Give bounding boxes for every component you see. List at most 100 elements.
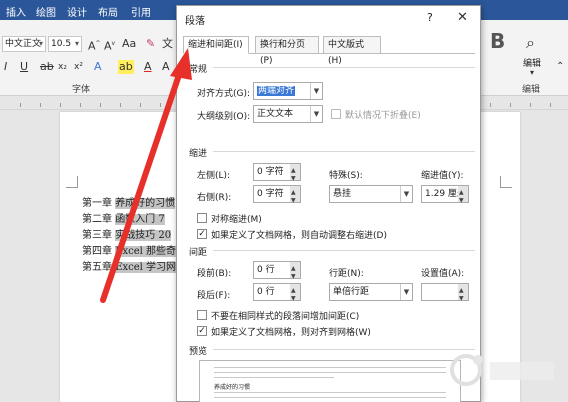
collapse-label: 默认情况下折叠(E) bbox=[345, 111, 421, 121]
spinner-icon[interactable] bbox=[290, 261, 300, 285]
chevron-right-icon[interactable]: ⌃ bbox=[556, 60, 564, 74]
collapse-checkbox[interactable] bbox=[331, 109, 341, 119]
outline-level-select[interactable]: 正文文本 ▼ bbox=[253, 105, 323, 123]
indent-by-input[interactable]: 1.29 厘米 bbox=[421, 185, 469, 209]
close-button[interactable]: ✕ bbox=[457, 10, 468, 25]
subscript-icon[interactable]: x₂ bbox=[58, 60, 67, 74]
space-before-value: 0 行 bbox=[257, 265, 275, 275]
preview-sample-text: 养成好的习惯 bbox=[214, 384, 251, 391]
selected-text: 养成好的习惯 bbox=[115, 198, 176, 209]
chevron-down-icon[interactable]: ▾ bbox=[530, 66, 534, 80]
selected-text: 实战技巧 20 bbox=[115, 230, 172, 241]
strikethrough-icon[interactable]: ab bbox=[40, 60, 54, 74]
font-name-select[interactable]: 中文正文 ▾ bbox=[2, 36, 46, 52]
paragraph-dialog: 段落 ? ✕ 缩进和间距(I) 换行和分页(P) 中文版式(H) 常规 对齐方式… bbox=[176, 5, 481, 402]
tab-draw[interactable]: 绘图 bbox=[36, 4, 56, 19]
tab-asian-typography[interactable]: 中文版式(H) bbox=[323, 36, 381, 66]
auto-adjust-indent-label: 如果定义了文档网格，则自动调整右缩进(D) bbox=[211, 231, 387, 241]
left-indent-value: 0 字符 bbox=[257, 167, 284, 177]
general-section-label: 常规 bbox=[189, 65, 208, 75]
spinner-icon[interactable] bbox=[290, 283, 300, 307]
underline-icon[interactable]: U bbox=[20, 60, 28, 74]
document-line[interactable]: 第四章 Excel 那些奇门 bbox=[82, 242, 187, 257]
font-size-select[interactable]: 10.5 ▾ bbox=[48, 36, 82, 52]
outline-level-value: 正文文本 bbox=[257, 109, 294, 119]
snap-to-grid-label: 如果定义了文档网格，则对齐到网格(W) bbox=[211, 328, 371, 338]
space-before-label: 段前(B): bbox=[197, 269, 232, 279]
italic-icon[interactable]: I bbox=[4, 60, 7, 74]
dialog-title: 段落 bbox=[185, 16, 205, 27]
left-indent-label: 左侧(L): bbox=[197, 171, 231, 181]
spinner-icon[interactable] bbox=[290, 163, 300, 187]
right-indent-input[interactable]: 0 字符 bbox=[253, 185, 301, 209]
ruler-tick bbox=[40, 103, 41, 107]
ruler-tick bbox=[120, 103, 121, 107]
line-spacing-label: 行距(N): bbox=[329, 269, 364, 279]
auto-adjust-indent-checkbox[interactable]: ✓ bbox=[197, 229, 207, 239]
style-b-icon[interactable]: B bbox=[490, 31, 505, 51]
divider bbox=[213, 67, 475, 68]
spinner-icon[interactable] bbox=[290, 185, 300, 209]
spacing-at-input[interactable] bbox=[421, 283, 469, 307]
watermark-dot bbox=[473, 355, 483, 365]
document-line[interactable]: 第三章 实战技巧 20 bbox=[82, 226, 172, 241]
find-icon[interactable]: ⌕ bbox=[526, 35, 535, 51]
tab-layout[interactable]: 布局 bbox=[98, 4, 118, 19]
divider bbox=[213, 349, 475, 350]
watermark-text-block bbox=[490, 362, 554, 380]
highlight-icon[interactable]: ab bbox=[118, 60, 134, 74]
spinner-icon[interactable] bbox=[458, 185, 468, 209]
divider bbox=[213, 250, 475, 251]
spacing-section-label: 间距 bbox=[189, 248, 208, 258]
paragraph-preview: 养成好的习惯 bbox=[199, 360, 461, 402]
text-effects-icon[interactable]: A bbox=[94, 60, 102, 74]
document-line[interactable]: 第二章 函数入门 7 bbox=[82, 210, 165, 225]
preview-section-label: 预览 bbox=[189, 347, 208, 357]
crop-mark bbox=[500, 176, 512, 188]
font-color-icon[interactable]: A bbox=[144, 60, 152, 74]
chapter-prefix: 第三章 bbox=[82, 230, 112, 241]
space-after-value: 0 行 bbox=[257, 287, 275, 297]
tab-design[interactable]: 设计 bbox=[67, 4, 87, 19]
selected-text: 函数入门 7 bbox=[115, 214, 165, 225]
clear-format-icon[interactable]: ✎ bbox=[146, 37, 155, 51]
ruler-tick bbox=[140, 103, 141, 107]
shrink-font-icon[interactable]: Av bbox=[104, 37, 115, 54]
grow-font-icon[interactable]: A^ bbox=[88, 37, 101, 54]
space-after-input[interactable]: 0 行 bbox=[253, 283, 301, 307]
right-indent-label: 右侧(R): bbox=[197, 193, 232, 203]
dialog-tab-strip: 缩进和间距(I) 换行和分页(P) 中文版式(H) bbox=[183, 36, 475, 66]
document-line[interactable]: 第五章 Excel 学习网站 bbox=[82, 258, 187, 273]
chevron-down-icon: ▼ bbox=[310, 106, 322, 122]
tab-insert[interactable]: 插入 bbox=[6, 4, 26, 19]
watermark-logo bbox=[450, 354, 554, 386]
left-indent-input[interactable]: 0 字符 bbox=[253, 163, 301, 187]
mirror-indent-checkbox[interactable] bbox=[197, 213, 207, 223]
snap-to-grid-checkbox[interactable]: ✓ bbox=[197, 326, 207, 336]
ruler-tick bbox=[510, 103, 511, 107]
change-case-icon[interactable]: Aa bbox=[122, 37, 136, 51]
tab-references[interactable]: 引用 bbox=[131, 4, 151, 19]
chevron-down-icon: ▼ bbox=[400, 284, 412, 300]
font-group-label: 字体 bbox=[72, 85, 91, 95]
help-button[interactable]: ? bbox=[427, 11, 433, 24]
ruler-tick bbox=[80, 103, 81, 107]
document-line[interactable]: 第一章 养成好的习惯 bbox=[82, 194, 176, 209]
ruler-tick bbox=[160, 103, 161, 107]
line-spacing-select[interactable]: 单倍行距 ▼ bbox=[329, 283, 413, 301]
special-indent-label: 特殊(S): bbox=[329, 171, 363, 181]
alignment-select[interactable]: 两端对齐 ▼ bbox=[253, 82, 323, 100]
special-indent-select[interactable]: 悬挂 ▼ bbox=[329, 185, 413, 203]
tab-indent-spacing[interactable]: 缩进和间距(I) bbox=[183, 36, 249, 54]
superscript-icon[interactable]: x² bbox=[74, 60, 83, 74]
right-indent-value: 0 字符 bbox=[257, 189, 284, 199]
no-space-same-style-checkbox[interactable] bbox=[197, 310, 207, 320]
alignment-label: 对齐方式(G): bbox=[197, 89, 251, 99]
tab-line-page-breaks[interactable]: 换行和分页(P) bbox=[255, 36, 319, 66]
space-before-input[interactable]: 0 行 bbox=[253, 261, 301, 285]
char-shading-icon[interactable]: A bbox=[162, 60, 170, 74]
special-indent-value: 悬挂 bbox=[333, 189, 352, 199]
spinner-icon[interactable] bbox=[458, 283, 468, 307]
phonetic-icon[interactable]: 文 bbox=[162, 37, 173, 51]
ruler-tick bbox=[550, 103, 551, 107]
